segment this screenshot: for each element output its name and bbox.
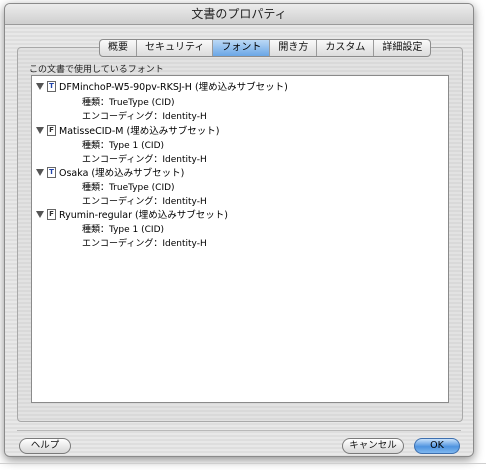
type1-font-icon: F — [47, 208, 56, 220]
tab-initial-view[interactable]: 開き方 — [270, 40, 318, 56]
font-name: MatisseCID-M (埋め込みサブセット) — [59, 126, 220, 137]
tab-custom[interactable]: カスタム — [317, 40, 375, 56]
truetype-font-icon: T — [47, 80, 56, 92]
font-list-item[interactable]: F MatisseCID-M (埋め込みサブセット) — [36, 123, 219, 137]
font-list[interactable]: T DFMinchoP-W5-90pv-RKSJ-H (埋め込みサブセット) 種… — [31, 75, 449, 403]
font-type: 種類：TrueType (CID) — [82, 98, 175, 108]
tab-advanced[interactable]: 詳細設定 — [374, 40, 430, 56]
cancel-button[interactable]: キャンセル — [342, 438, 404, 454]
font-name: DFMinchoP-W5-90pv-RKSJ-H (埋め込みサブセット) — [59, 82, 288, 93]
disclosure-triangle-icon[interactable] — [36, 126, 44, 134]
tab-bar: 概要 セキュリティ フォント 開き方 カスタム 詳細設定 — [99, 39, 432, 57]
help-button[interactable]: ヘルプ — [19, 438, 71, 454]
disclosure-triangle-icon[interactable] — [36, 168, 44, 176]
truetype-font-icon: T — [47, 166, 56, 178]
tab-security[interactable]: セキュリティ — [137, 40, 214, 56]
dialog-content: 概要 セキュリティ フォント 開き方 カスタム 詳細設定 この文書で使用している… — [5, 25, 473, 456]
ok-button[interactable]: OK — [414, 438, 460, 454]
tab-fonts[interactable]: フォント — [213, 40, 271, 56]
font-type: 種類：Type 1 (CID) — [82, 225, 165, 235]
window-title: 文書のプロパティ — [5, 4, 473, 25]
background-rule — [0, 463, 486, 464]
font-encoding: エンコーディング：Identity-H — [82, 197, 207, 207]
font-type: 種類：TrueType (CID) — [82, 183, 175, 193]
font-type: 種類：Type 1 (CID) — [82, 141, 165, 151]
font-name: Ryumin-regular (埋め込みサブセット) — [59, 210, 228, 221]
disclosure-triangle-icon[interactable] — [36, 82, 44, 90]
disclosure-triangle-icon[interactable] — [36, 210, 44, 218]
tab-summary[interactable]: 概要 — [100, 40, 137, 56]
font-encoding: エンコーディング：Identity-H — [82, 112, 207, 122]
font-encoding: エンコーディング：Identity-H — [82, 239, 207, 249]
font-list-item[interactable]: T Osaka (埋め込みサブセット) — [36, 165, 184, 179]
fonts-section-label: この文書で使用しているフォント — [29, 65, 164, 75]
font-list-item[interactable]: T DFMinchoP-W5-90pv-RKSJ-H (埋め込みサブセット) — [36, 79, 288, 93]
font-encoding: エンコーディング：Identity-H — [82, 155, 207, 165]
footer-separator — [17, 430, 461, 431]
document-properties-dialog: 文書のプロパティ 概要 セキュリティ フォント 開き方 カスタム 詳細設定 この… — [4, 3, 474, 457]
font-name: Osaka (埋め込みサブセット) — [59, 168, 185, 179]
font-list-item[interactable]: F Ryumin-regular (埋め込みサブセット) — [36, 207, 228, 221]
type1-font-icon: F — [47, 124, 56, 136]
